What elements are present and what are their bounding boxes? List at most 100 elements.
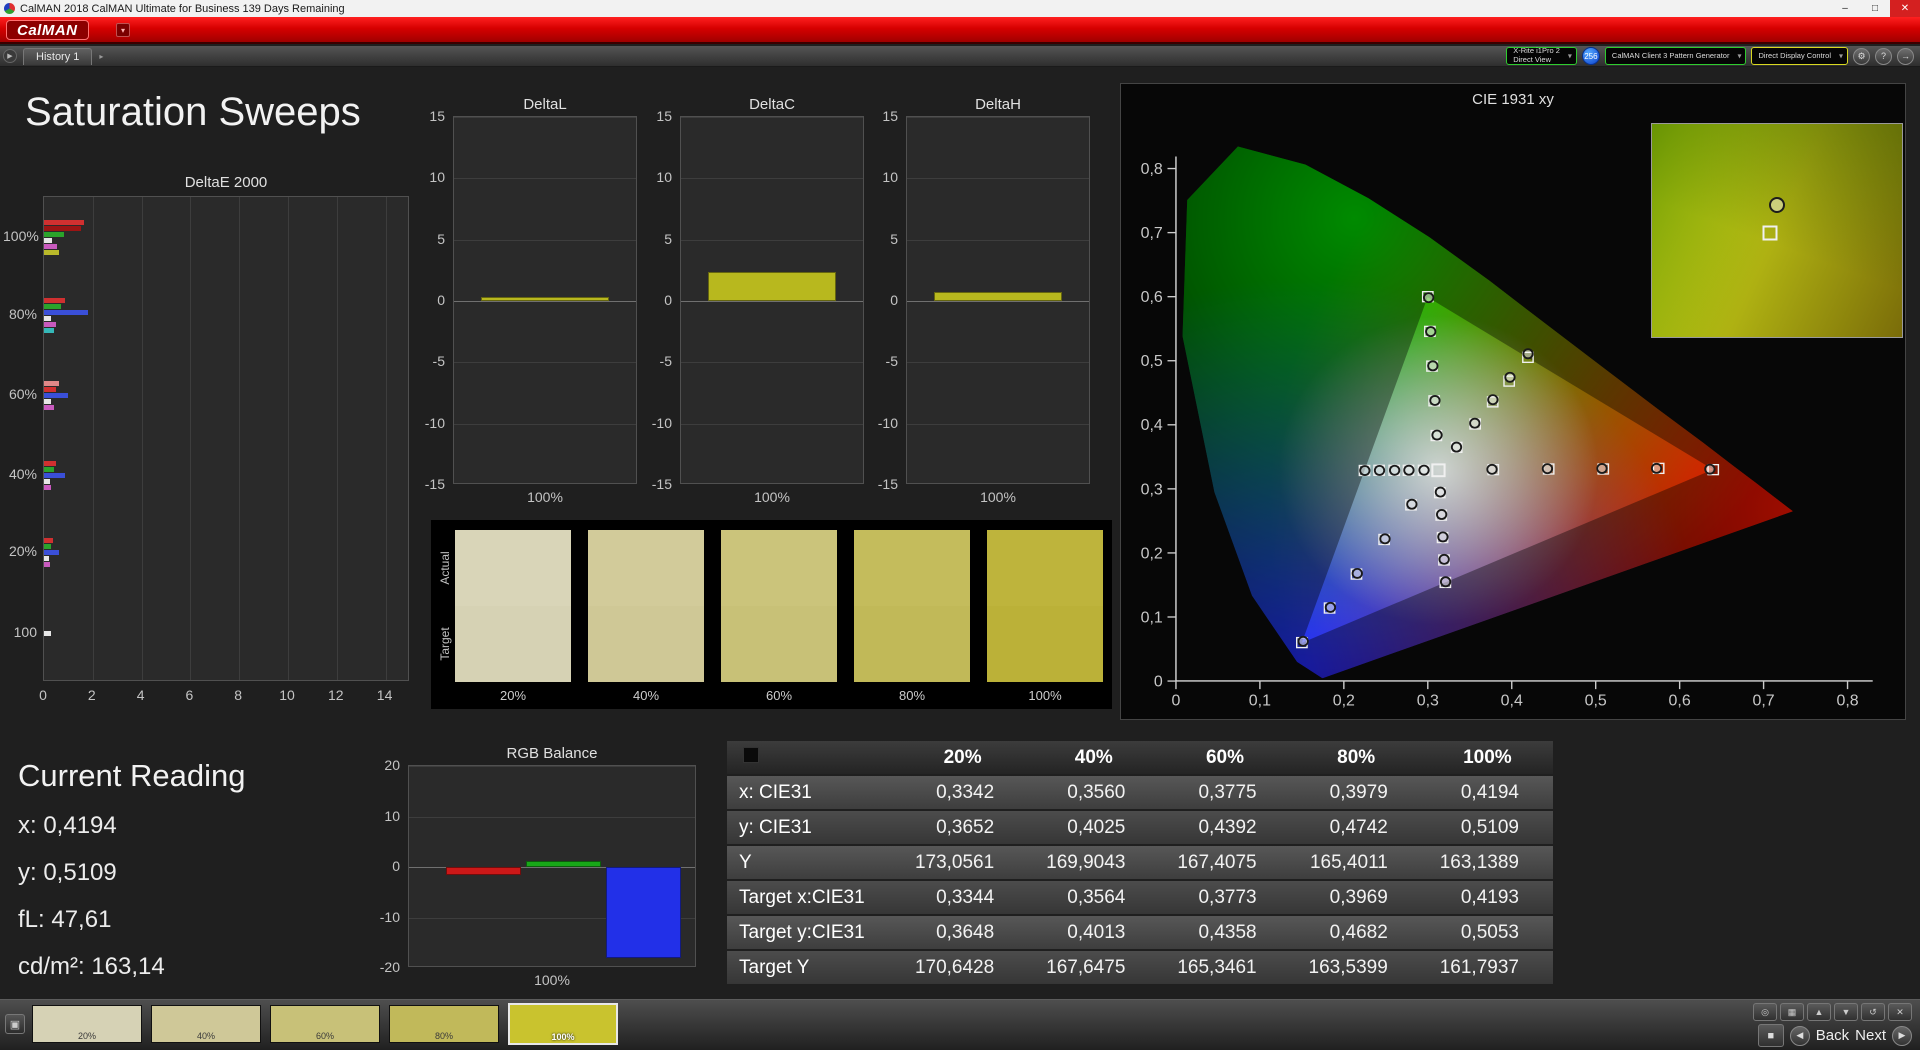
cie-x-tick-label: 0,5 [1585, 693, 1607, 710]
current-reading-title: Current Reading [18, 758, 246, 793]
measured-point-marker [1469, 417, 1481, 429]
delta-deltal-chart: DeltaL 15 10 5 0 -5 -10 -15 100% [413, 96, 643, 512]
display-control-selector[interactable]: Direct Display Control ▾ [1751, 47, 1848, 65]
table-cell: 0,3342 [936, 781, 995, 803]
measured-point-marker [1427, 360, 1439, 372]
calman-logo[interactable]: CalMAN [6, 20, 89, 40]
measured-point-marker [1596, 463, 1608, 474]
table-cell: 0,4193 [1460, 886, 1519, 908]
arrow-down-icon[interactable]: ▼ [1834, 1003, 1858, 1021]
meter-line2: Direct View [1513, 55, 1552, 64]
back-button[interactable]: Back [1816, 1027, 1849, 1044]
table-row-label: Target x:CIE31 [739, 886, 865, 908]
table-header-cell: 60% [1205, 746, 1244, 768]
table-row-label: Y [739, 851, 752, 873]
table-header-cell: 20% [943, 746, 982, 768]
back-arrow-icon[interactable]: ◀ [1789, 1025, 1810, 1046]
actual-swatch [588, 530, 704, 606]
y-tick-label: 10 [882, 169, 898, 186]
gridline [454, 423, 636, 425]
deltae-bar [44, 220, 85, 226]
pattern-swatch-40%[interactable]: 40% [151, 1005, 261, 1043]
camera-icon[interactable]: ◎ [1753, 1003, 1777, 1021]
delete-icon[interactable]: ✕ [1888, 1003, 1912, 1021]
y-tick-label: 5 [890, 230, 898, 247]
y-tick-label: -20 [379, 959, 400, 975]
deltae-bar [44, 460, 57, 466]
brand-banner: CalMAN ▾ [0, 17, 1920, 44]
x-tick-label: 12 [328, 687, 344, 703]
pattern-swatch-80%[interactable]: 80% [389, 1005, 499, 1043]
table-cell: 0,3652 [936, 816, 995, 838]
gridline [141, 197, 143, 680]
refresh-icon[interactable]: ↺ [1861, 1003, 1885, 1021]
home-icon[interactable]: ▣ [5, 1014, 25, 1034]
tab-bar: ▶ History 1 ▸ X-Rite i1Pro 2 Direct View… [0, 46, 1920, 67]
deltae-bar [44, 478, 51, 484]
deltae-bar [44, 238, 52, 244]
table-cell: 0,3775 [1198, 781, 1257, 803]
next-button[interactable]: Next [1855, 1027, 1886, 1044]
stop-button[interactable]: ■ [1757, 1024, 1784, 1047]
cie-x-tick-label: 0,4 [1501, 693, 1523, 710]
tab-more-button[interactable]: ▸ [95, 50, 107, 62]
measured-point-marker [1504, 371, 1516, 383]
x-tick-label: 0 [39, 687, 47, 703]
measured-point-marker [1438, 553, 1450, 565]
tab-history-1[interactable]: History 1 [23, 47, 93, 65]
chevron-down-icon: ▾ [1838, 51, 1843, 61]
gridline [239, 197, 241, 680]
delta-deltah-plot [906, 116, 1090, 484]
minimize-button[interactable]: – [1830, 0, 1860, 17]
pattern-swatch-60%[interactable]: 60% [270, 1005, 380, 1043]
collapse-panel-button[interactable]: ▶ [3, 49, 17, 63]
delta-deltal-plot [453, 116, 637, 484]
table-header-row: 20% 40% 60% 80% 100% [727, 741, 1553, 774]
next-arrow-icon[interactable]: ▶ [1892, 1025, 1912, 1046]
table-cell: 0,4013 [1067, 921, 1126, 943]
display-icon[interactable]: ▦ [1780, 1003, 1804, 1021]
help-button[interactable]: ? [1875, 47, 1892, 65]
actual-swatch [455, 530, 571, 606]
table-cell: 0,4194 [1460, 781, 1519, 803]
measured-point-marker [1425, 326, 1437, 338]
measured-point-marker [1769, 196, 1785, 213]
cie-x-tick-label: 0,3 [1417, 693, 1439, 710]
x-tick-label: 10 [279, 687, 295, 703]
meter-selector[interactable]: X-Rite i1Pro 2 Direct View ▾ [1506, 47, 1577, 65]
swatch-label: 20% [499, 688, 527, 703]
cie-x-tick-label: 0,7 [1753, 693, 1775, 710]
measured-point-marker [1704, 463, 1716, 475]
arrow-up-icon[interactable]: ▲ [1807, 1003, 1831, 1021]
deltae-bar [44, 484, 52, 490]
pattern-swatch-20%[interactable]: 20% [32, 1005, 142, 1043]
table-cell: 0,5053 [1460, 921, 1519, 943]
delta-deltac-title: DeltaC [749, 96, 795, 113]
y-tick-label: -10 [379, 908, 400, 925]
table-row: x: CIE31 0,3342 0,3560 0,3775 0,3979 0,4194 [727, 776, 1553, 809]
deltae-bar [44, 250, 59, 256]
cie-y-tick-label: 0,5 [1141, 353, 1163, 370]
maximize-button[interactable]: □ [1860, 0, 1890, 17]
window-title: CalMAN 2018 CalMAN Ultimate for Business… [20, 2, 345, 15]
gridline [907, 239, 1089, 241]
close-button[interactable]: ✕ [1890, 0, 1920, 17]
table-cell: 169,9043 [1046, 851, 1126, 873]
x-tick-label: 2 [87, 687, 96, 703]
pattern-generator-selector[interactable]: CalMAN Client 3 Pattern Generator ▾ [1604, 47, 1747, 65]
settings-button[interactable]: ⚙ [1853, 47, 1870, 65]
gridline [907, 423, 1089, 425]
table-cell: 0,3560 [1067, 781, 1126, 803]
deltae-bar [44, 466, 54, 472]
pattern-swatch-label: 40% [196, 1031, 215, 1041]
y-tick-label: -15 [424, 476, 445, 492]
table-cell: 0,3648 [936, 921, 995, 943]
panel-arrow-button[interactable]: → [1897, 47, 1914, 65]
logo-menu-button[interactable]: ▾ [116, 23, 130, 37]
measured-point-marker [1436, 509, 1448, 520]
value-bar [481, 297, 609, 301]
cie-title: CIE 1931 xy [1472, 91, 1554, 108]
table-cell: 167,6475 [1046, 956, 1126, 978]
table-cell: 0,3564 [1067, 886, 1126, 908]
pattern-swatch-100%[interactable]: 100% [508, 1003, 618, 1045]
